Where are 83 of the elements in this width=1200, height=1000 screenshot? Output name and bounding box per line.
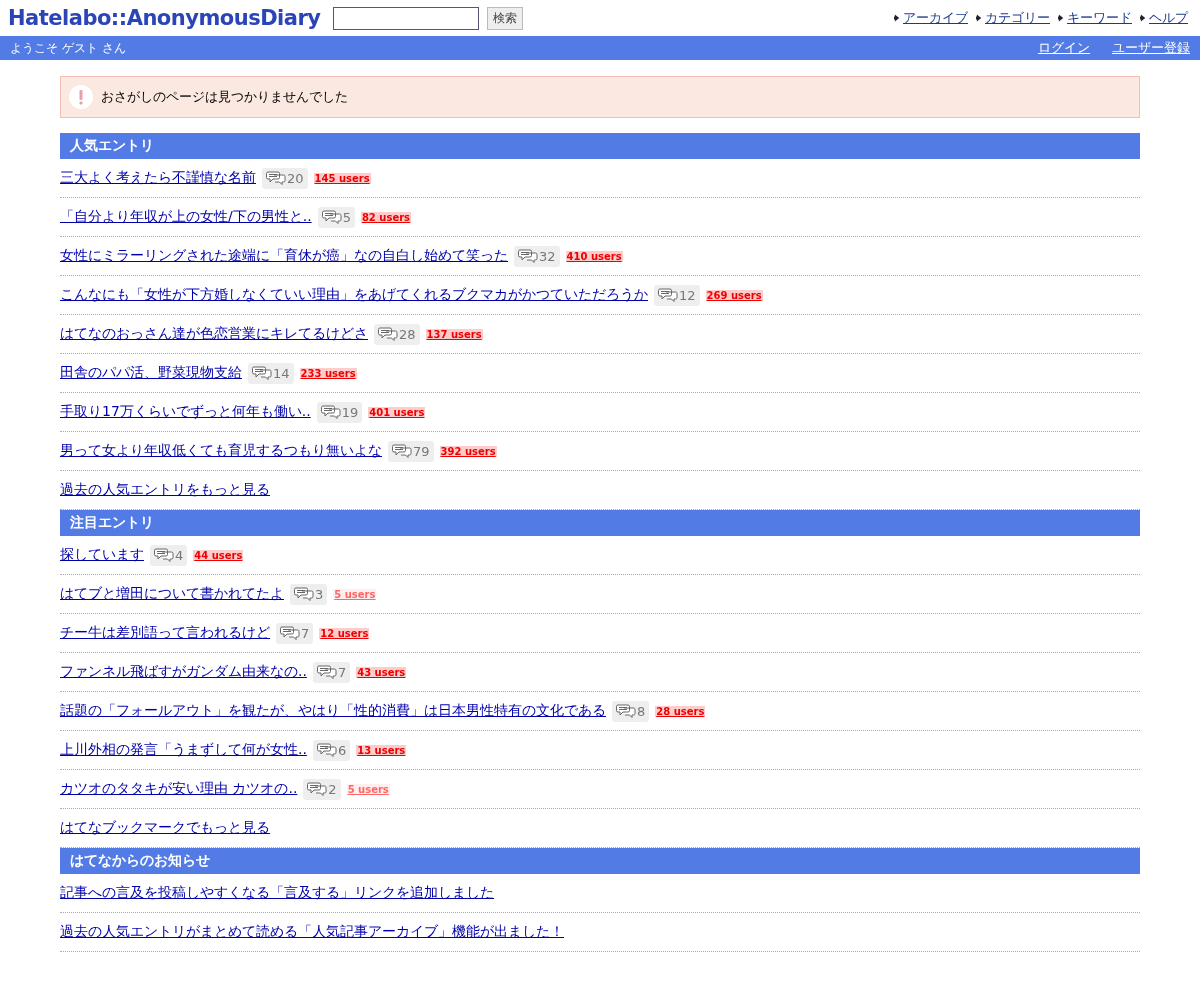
entry-link[interactable]: 記事への言及を投稿しやすくなる「言及する」リンクを追加しました <box>60 884 494 902</box>
site-logo[interactable]: Hatelabo::AnonymousDiary <box>8 6 321 30</box>
speech-bubble-icon <box>658 288 678 302</box>
arrow-icon <box>976 13 983 23</box>
entry-link[interactable]: カツオのタタキが安い理由 カツオの.. <box>60 780 298 798</box>
entry-link[interactable]: チー牛は差別語って言われるけど <box>60 624 270 642</box>
bookmark-users-link[interactable]: 137 users <box>425 328 483 340</box>
entry-link[interactable]: 女性にミラーリングされた途端に「育休が癌」なの自白し始めて笑った <box>60 247 508 265</box>
search-button[interactable]: 検索 <box>486 6 523 30</box>
entry-link[interactable]: こんなにも「女性が下方婚しなくていい理由」をあげてくれるブクマカがかつていただろうか <box>60 286 648 304</box>
bookmark-users-link[interactable]: 410 users <box>565 250 623 262</box>
comment-count[interactable]: 79 <box>388 440 434 462</box>
speech-bubble-icon <box>316 743 337 757</box>
entry-link[interactable]: 上川外相の発言「うまずして何が女性.. <box>60 741 307 759</box>
comment-count[interactable]: 28 <box>374 323 420 345</box>
speech-bubble-icon <box>154 548 174 562</box>
section-header: はてなからのお知らせ <box>60 848 1140 874</box>
arrow-icon <box>1140 13 1147 23</box>
speech-bubble-icon <box>252 366 272 380</box>
arrow-icon <box>1058 13 1065 23</box>
speech-bubble-icon <box>266 171 286 185</box>
comment-count[interactable]: 3 <box>290 583 328 605</box>
speech-bubble-icon <box>316 665 337 679</box>
nav-link[interactable]: ヘルプ <box>1149 9 1188 27</box>
speech-bubble-icon <box>378 327 398 341</box>
bookmark-users-link[interactable]: 233 users <box>299 367 357 379</box>
bookmark-users-link[interactable]: 392 users <box>439 445 497 457</box>
speech-bubble-icon <box>280 626 300 640</box>
speech-bubble-icon <box>518 249 538 263</box>
entry-link[interactable]: 手取り17万くらいでずっと何年も働い.. <box>60 403 311 421</box>
entry-link[interactable]: ファンネル飛ばすがガンダム由来なの.. <box>60 663 307 681</box>
bookmark-users-link[interactable]: 401 users <box>368 406 426 418</box>
bookmark-users-link[interactable]: 43 users <box>356 666 407 678</box>
comment-count[interactable]: 4 <box>150 544 188 566</box>
bookmark-users-link[interactable]: 269 users <box>705 289 763 301</box>
bookmark-users-link[interactable]: 5 users <box>346 783 390 795</box>
bookmark-users-link[interactable]: 44 users <box>193 549 244 561</box>
comment-count[interactable]: 8 <box>612 700 650 722</box>
welcome-text: ようこそ ゲスト さん <box>10 39 126 57</box>
comment-count[interactable]: 19 <box>316 401 363 423</box>
entry-link[interactable]: 探しています <box>60 546 144 564</box>
entry-link[interactable]: 話題の「フォールアウト」を観たが、やはり「性的消費」は日本男性特有の文化である <box>60 702 606 720</box>
bookmark-users-link[interactable]: 28 users <box>655 705 706 717</box>
entry-link[interactable]: 田舎のパパ活、野菜現物支給 <box>60 364 242 382</box>
comment-count[interactable]: 20 <box>262 167 308 189</box>
comment-count[interactable]: 14 <box>248 362 294 384</box>
entry-link[interactable]: 男って女より年収低くても育児するつもり無いよな <box>60 442 382 460</box>
bookmark-users-link[interactable]: 12 users <box>319 627 370 639</box>
arrow-icon <box>894 13 901 23</box>
entry-link[interactable]: 「自分より年収が上の女性/下の男性と.. <box>60 208 312 226</box>
comment-count[interactable]: 5 <box>317 206 355 228</box>
nav-link[interactable]: キーワード <box>1067 9 1132 27</box>
speech-bubble-icon <box>320 405 341 419</box>
section-header: 人気エントリ <box>60 133 1140 159</box>
account-link[interactable]: ログイン <box>1038 39 1090 57</box>
entry-link[interactable]: 過去の人気エントリがまとめて読める「人気記事アーカイブ」機能が出ました！ <box>60 923 564 941</box>
comment-count[interactable]: 6 <box>312 739 351 761</box>
account-link[interactable]: ユーザー登録 <box>1112 39 1190 57</box>
speech-bubble-icon <box>616 704 636 718</box>
entry-link[interactable]: はてブと増田について書かれてたよ <box>60 585 284 603</box>
speech-bubble-icon <box>294 587 314 601</box>
section-header: 注目エントリ <box>60 510 1140 536</box>
bookmark-users-link[interactable]: 13 users <box>356 744 407 756</box>
comment-count[interactable]: 7 <box>276 622 314 644</box>
speech-bubble-icon <box>307 782 328 796</box>
speech-bubble-icon <box>321 210 342 224</box>
nav-link[interactable]: カテゴリー <box>985 9 1050 27</box>
comment-count[interactable]: 12 <box>654 284 700 306</box>
speech-bubble-icon <box>392 444 412 458</box>
bookmark-users-link[interactable]: 145 users <box>313 172 371 184</box>
nav-link[interactable]: アーカイブ <box>903 9 968 27</box>
alert-message: おさがしのページは見つかりませんでした <box>101 88 348 106</box>
exclamation-icon <box>69 85 93 109</box>
bookmark-users-link[interactable]: 82 users <box>360 211 412 223</box>
comment-count[interactable]: 7 <box>312 661 351 683</box>
comment-count[interactable]: 32 <box>514 245 560 267</box>
entry-link[interactable]: はてなのおっさん達が色恋営業にキレてるけどさ <box>60 325 368 343</box>
bookmark-users-link[interactable]: 5 users <box>333 588 377 600</box>
search-field[interactable] <box>332 6 479 30</box>
more-link[interactable]: はてなブックマークでもっと見る <box>60 819 270 837</box>
more-link[interactable]: 過去の人気エントリをもっと見る <box>60 481 270 499</box>
comment-count[interactable]: 2 <box>303 778 341 800</box>
entry-link[interactable]: 三大よく考えたら不謹慎な名前 <box>60 169 256 187</box>
